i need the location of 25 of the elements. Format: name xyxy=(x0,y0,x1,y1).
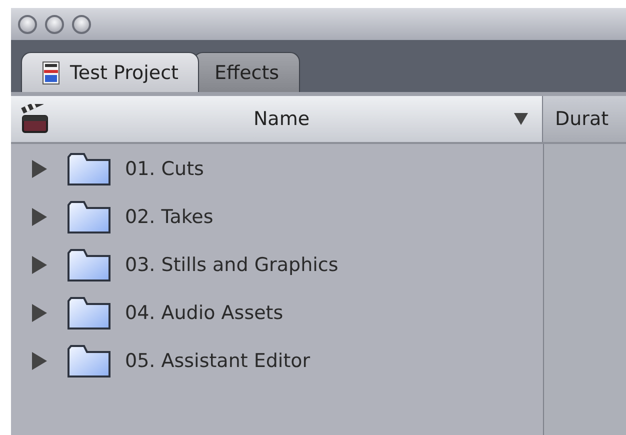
disclosure-triangle-icon[interactable] xyxy=(29,303,49,323)
column-header[interactable]: Durat xyxy=(543,96,626,142)
window-control-icon[interactable] xyxy=(72,14,91,34)
folder-name[interactable]: 03. Stills and Graphics xyxy=(125,254,338,276)
disclosure-triangle-icon[interactable] xyxy=(29,255,49,275)
window-control-icon[interactable] xyxy=(18,14,37,34)
folder-name[interactable]: 05. Assistant Editor xyxy=(125,350,310,372)
sort-arrow-icon[interactable] xyxy=(514,112,528,126)
folder-icon xyxy=(67,200,111,234)
folder-icon xyxy=(67,296,111,330)
folder-name[interactable]: 02. Takes xyxy=(125,206,214,228)
folder-name[interactable]: 01. Cuts xyxy=(125,158,204,180)
column-header[interactable]: Name xyxy=(11,96,543,142)
folder-icon xyxy=(67,344,111,378)
clapperboard-icon xyxy=(21,104,49,134)
folder-icon xyxy=(67,248,111,282)
tab[interactable]: Test Project xyxy=(21,52,200,92)
disclosure-triangle-icon[interactable] xyxy=(29,207,49,227)
folder-icon xyxy=(67,152,111,186)
project-document-icon xyxy=(42,60,60,84)
disclosure-triangle-icon[interactable] xyxy=(29,159,49,179)
window-control-icon[interactable] xyxy=(45,14,64,34)
disclosure-triangle-icon[interactable] xyxy=(29,351,49,371)
folder-name[interactable]: 04. Audio Assets xyxy=(125,302,284,324)
column-header-label: Name xyxy=(252,108,311,130)
